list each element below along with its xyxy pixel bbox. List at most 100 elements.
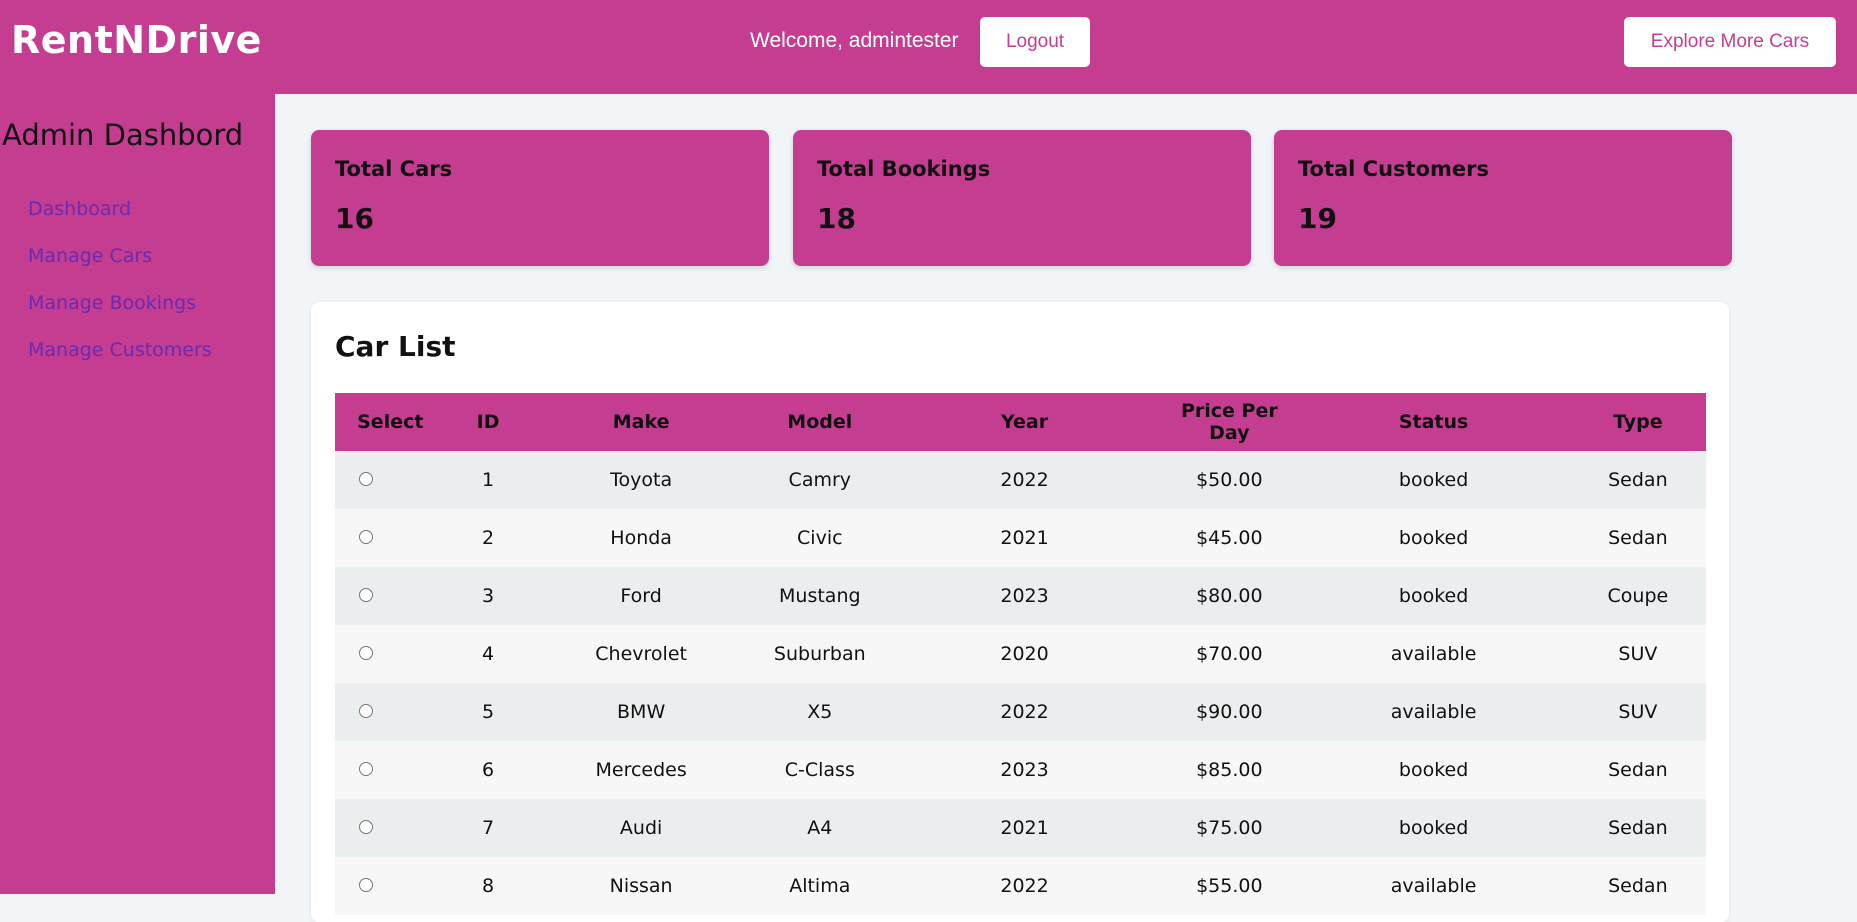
stat-label: Total Cars <box>335 157 453 181</box>
cell-make: Honda <box>530 509 752 567</box>
row-select-radio[interactable] <box>359 471 373 486</box>
table-row: 7 Audi A4 2021 $75.00 booked Sedan <box>335 799 1706 857</box>
row-select-radio[interactable] <box>359 877 373 892</box>
cell-make: Audi <box>530 799 752 857</box>
row-select-radio[interactable] <box>359 703 373 718</box>
logout-button[interactable]: Logout <box>980 17 1090 67</box>
table-row: 5 BMW X5 2022 $90.00 available SUV <box>335 683 1706 741</box>
cell-status: available <box>1297 683 1570 741</box>
cell-make: Mercedes <box>530 741 752 799</box>
cell-make: BMW <box>530 683 752 741</box>
brand-logo[interactable]: RentNDrive <box>11 18 262 62</box>
cell-model: Camry <box>751 451 888 509</box>
row-select-radio[interactable] <box>359 761 373 776</box>
row-select-radio[interactable] <box>359 587 373 602</box>
cell-select <box>335 741 446 799</box>
table-row: 3 Ford Mustang 2023 $80.00 booked Coupe <box>335 567 1706 625</box>
car-table: Select ID Make Model Year Price Per Day … <box>335 393 1706 915</box>
cell-type: SUV <box>1569 683 1706 741</box>
cell-status: booked <box>1297 451 1570 509</box>
cell-select <box>335 509 446 567</box>
cell-select <box>335 799 446 857</box>
table-row: 1 Toyota Camry 2022 $50.00 booked Sedan <box>335 451 1706 509</box>
cell-type: Sedan <box>1569 451 1706 509</box>
cell-id: 3 <box>445 567 531 625</box>
welcome-text: Welcome, admintester <box>750 29 959 52</box>
cell-make: Chevrolet <box>530 625 752 683</box>
cell-id: 2 <box>445 509 531 567</box>
column-header-model: Model <box>751 393 888 451</box>
cell-model: Altima <box>751 857 888 915</box>
column-header-price: Price Per Day <box>1161 393 1298 451</box>
cell-id: 7 <box>445 799 531 857</box>
cell-price: $90.00 <box>1161 683 1298 741</box>
sidebar-item-manage-customers[interactable]: Manage Customers <box>28 339 212 361</box>
column-header-status: Status <box>1297 393 1570 451</box>
cell-price: $50.00 <box>1161 451 1298 509</box>
cell-select <box>335 625 446 683</box>
stat-card-total-bookings: Total Bookings 18 <box>793 130 1251 266</box>
cell-make: Ford <box>530 567 752 625</box>
cell-model: C-Class <box>751 741 888 799</box>
cell-make: Toyota <box>530 451 752 509</box>
sidebar-item-dashboard[interactable]: Dashboard <box>28 198 131 220</box>
column-header-type: Type <box>1569 393 1706 451</box>
cell-year: 2023 <box>887 567 1162 625</box>
cell-model: Mustang <box>751 567 888 625</box>
cell-year: 2022 <box>887 451 1162 509</box>
cell-year: 2022 <box>887 683 1162 741</box>
stat-value: 18 <box>817 202 856 235</box>
cell-type: Coupe <box>1569 567 1706 625</box>
cell-select <box>335 451 446 509</box>
column-header-select: Select <box>335 393 446 451</box>
column-header-make: Make <box>530 393 752 451</box>
cell-id: 1 <box>445 451 531 509</box>
cell-price: $55.00 <box>1161 857 1298 915</box>
stat-label: Total Bookings <box>817 157 991 181</box>
row-select-radio[interactable] <box>359 645 373 660</box>
stat-value: 16 <box>335 202 374 235</box>
table-row: 2 Honda Civic 2021 $45.00 booked Sedan <box>335 509 1706 567</box>
cell-year: 2022 <box>887 857 1162 915</box>
stat-label: Total Customers <box>1298 157 1489 181</box>
row-select-radio[interactable] <box>359 819 373 834</box>
sidebar-title: Admin Dashbord <box>2 118 244 152</box>
table-row: 4 Chevrolet Suburban 2020 $70.00 available SUV <box>335 625 1706 683</box>
cell-select <box>335 683 446 741</box>
sidebar-item-manage-cars[interactable]: Manage Cars <box>28 245 152 267</box>
cell-status: booked <box>1297 799 1570 857</box>
sidebar-item-manage-bookings[interactable]: Manage Bookings <box>28 292 196 314</box>
cell-price: $85.00 <box>1161 741 1298 799</box>
row-select-radio[interactable] <box>359 529 373 544</box>
cell-id: 4 <box>445 625 531 683</box>
cell-id: 6 <box>445 741 531 799</box>
cell-id: 8 <box>445 857 531 915</box>
cell-status: available <box>1297 857 1570 915</box>
stat-card-total-cars: Total Cars 16 <box>311 130 769 266</box>
cell-type: SUV <box>1569 625 1706 683</box>
cell-status: available <box>1297 625 1570 683</box>
column-header-id: ID <box>445 393 531 451</box>
cell-status: booked <box>1297 509 1570 567</box>
table-row: 8 Nissan Altima 2022 $55.00 available Sedan <box>335 857 1706 915</box>
cell-price: $75.00 <box>1161 799 1298 857</box>
cell-type: Sedan <box>1569 509 1706 567</box>
car-list-title: Car List <box>335 330 456 363</box>
cell-select <box>335 567 446 625</box>
stat-card-total-customers: Total Customers 19 <box>1274 130 1732 266</box>
top-navbar: RentNDrive Welcome, admintester Logout E… <box>0 0 1857 94</box>
cell-status: booked <box>1297 741 1570 799</box>
cell-year: 2021 <box>887 509 1162 567</box>
sidebar: Admin Dashbord Dashboard Manage Cars Man… <box>0 94 275 894</box>
cell-type: Sedan <box>1569 799 1706 857</box>
cell-type: Sedan <box>1569 741 1706 799</box>
cell-id: 5 <box>445 683 531 741</box>
cell-select <box>335 857 446 915</box>
cell-model: Civic <box>751 509 888 567</box>
cell-status: booked <box>1297 567 1570 625</box>
cell-type: Sedan <box>1569 857 1706 915</box>
car-list-panel: Car List Select ID Make Model Year Price… <box>311 302 1729 922</box>
table-row: 6 Mercedes C-Class 2023 $85.00 booked Sedan <box>335 741 1706 799</box>
cell-year: 2021 <box>887 799 1162 857</box>
explore-more-cars-button[interactable]: Explore More Cars <box>1624 17 1836 67</box>
